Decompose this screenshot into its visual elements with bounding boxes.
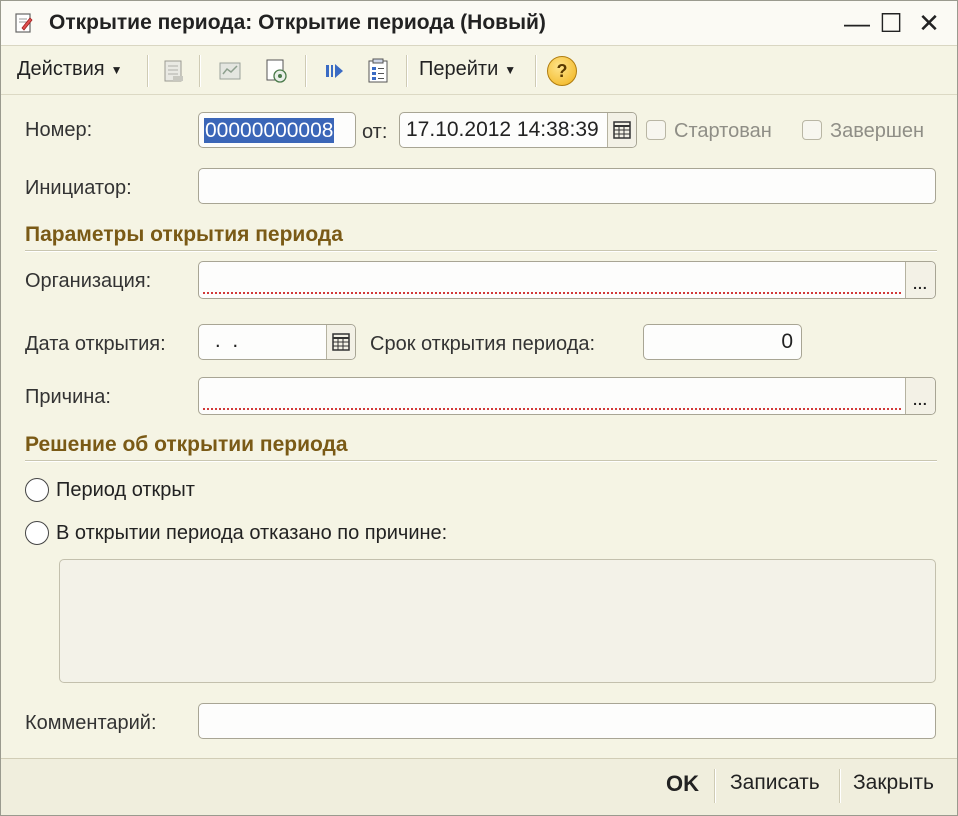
from-label: от: bbox=[362, 121, 388, 143]
organization-label: Организация: bbox=[25, 270, 152, 292]
number-label: Номер: bbox=[25, 119, 93, 141]
number-field[interactable]: 00000000008 bbox=[198, 112, 356, 148]
open-date-field[interactable]: . . bbox=[198, 324, 356, 360]
ellipsis-icon: ... bbox=[913, 276, 928, 292]
completed-label: Завершен bbox=[830, 120, 925, 142]
open-date-value: . . bbox=[209, 329, 239, 352]
period-refused-label: В открытии периода отказано по причине: bbox=[56, 522, 448, 544]
toolbar-separator bbox=[406, 55, 408, 87]
comment-label: Комментарий: bbox=[25, 712, 157, 734]
document-edit-icon bbox=[15, 13, 33, 33]
term-field[interactable]: 0 bbox=[643, 324, 802, 360]
toolbar-separator bbox=[535, 55, 537, 87]
chevron-down-icon: ▼ bbox=[110, 62, 123, 77]
ok-button[interactable]: OK bbox=[666, 771, 699, 797]
calendar-icon bbox=[332, 333, 350, 351]
calendar-icon bbox=[613, 121, 631, 139]
next-step-icon bbox=[326, 64, 343, 78]
next-step-button[interactable] bbox=[317, 54, 351, 88]
minimize-button[interactable]: — bbox=[841, 7, 873, 39]
toolbar-separator bbox=[199, 55, 201, 87]
open-date-label: Дата открытия: bbox=[25, 333, 166, 355]
help-button[interactable]: ? bbox=[545, 54, 579, 88]
toolbar: Действия ▼ Перейти ▼ ? bbox=[1, 46, 957, 95]
period-open-radio[interactable] bbox=[25, 478, 49, 502]
reason-label: Причина: bbox=[25, 386, 111, 408]
toolbar-separator bbox=[305, 55, 307, 87]
close-button[interactable]: Закрыть bbox=[853, 771, 934, 795]
goto-menu-label: Перейти bbox=[419, 58, 499, 80]
maximize-icon: ☐ bbox=[879, 7, 903, 38]
period-refused-radio[interactable] bbox=[25, 521, 49, 545]
close-window-button[interactable]: ✕ bbox=[913, 7, 945, 39]
period-open-label: Период открыт bbox=[56, 479, 195, 501]
post-document-button[interactable] bbox=[157, 54, 191, 88]
decision-section-title: Решение об открытии периода bbox=[25, 433, 348, 456]
number-value: 00000000008 bbox=[204, 118, 335, 143]
close-icon: ✕ bbox=[918, 7, 940, 38]
save-button[interactable]: Записать bbox=[730, 771, 820, 795]
date-value: 17.10.2012 14:38:39 bbox=[406, 118, 599, 141]
post-document-icon bbox=[164, 60, 183, 82]
maximize-button[interactable]: ☐ bbox=[875, 7, 907, 39]
initiator-label: Инициатор: bbox=[25, 177, 132, 199]
refuse-reason-textarea[interactable] bbox=[59, 559, 936, 683]
button-separator bbox=[714, 769, 716, 803]
movements-icon bbox=[219, 62, 241, 80]
goto-menu[interactable]: Перейти ▼ bbox=[419, 58, 516, 81]
structure-icon bbox=[368, 58, 388, 83]
window-title: Открытие периода: Открытие периода (Новы… bbox=[49, 11, 546, 34]
started-checkbox[interactable] bbox=[646, 120, 666, 140]
copy-document-icon bbox=[266, 59, 287, 83]
copy-document-button[interactable] bbox=[259, 54, 293, 88]
term-value: 0 bbox=[781, 330, 793, 353]
date-calendar-button[interactable] bbox=[607, 113, 636, 147]
movements-button[interactable] bbox=[213, 54, 247, 88]
chevron-down-icon: ▼ bbox=[504, 62, 517, 77]
actions-menu[interactable]: Действия ▼ bbox=[17, 58, 123, 81]
reason-select-button[interactable]: ... bbox=[905, 378, 935, 414]
bottom-command-bar: OK Записать Закрыть bbox=[1, 758, 957, 815]
reason-field[interactable]: ... bbox=[198, 377, 936, 415]
comment-field[interactable] bbox=[198, 703, 936, 739]
term-label: Срок открытия периода: bbox=[370, 333, 596, 355]
title-bar: Открытие периода: Открытие периода (Новы… bbox=[1, 1, 957, 46]
structure-button[interactable] bbox=[361, 54, 395, 88]
started-label: Стартован bbox=[674, 120, 772, 142]
initiator-field[interactable] bbox=[198, 168, 936, 204]
params-section-title: Параметры открытия периода bbox=[25, 223, 343, 246]
toolbar-separator bbox=[147, 55, 149, 87]
minimize-icon: — bbox=[844, 7, 870, 38]
section-divider bbox=[25, 460, 937, 462]
section-divider bbox=[25, 250, 937, 252]
button-separator bbox=[839, 769, 841, 803]
date-field[interactable]: 17.10.2012 14:38:39 bbox=[399, 112, 637, 148]
organization-field[interactable]: ... bbox=[198, 261, 936, 299]
open-date-calendar-button[interactable] bbox=[326, 325, 355, 359]
help-icon: ? bbox=[547, 56, 577, 86]
document-window: Открытие периода: Открытие периода (Новы… bbox=[0, 0, 958, 816]
actions-menu-label: Действия bbox=[17, 58, 105, 80]
ellipsis-icon: ... bbox=[913, 392, 928, 408]
organization-select-button[interactable]: ... bbox=[905, 262, 935, 298]
completed-checkbox[interactable] bbox=[802, 120, 822, 140]
